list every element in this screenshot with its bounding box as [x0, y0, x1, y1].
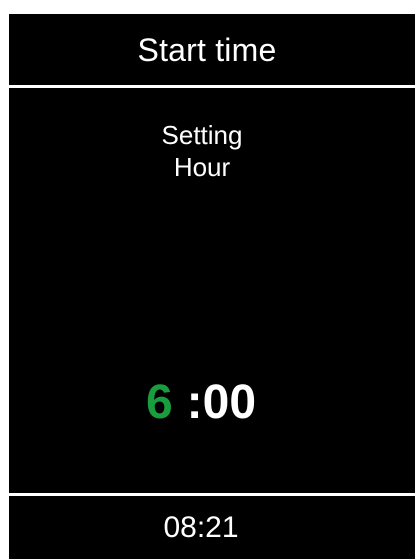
setting-field-label: Hour	[173, 151, 231, 182]
start-time-value: 6 :00	[9, 379, 415, 427]
hour-value[interactable]: 6	[146, 376, 173, 429]
header-divider	[9, 85, 415, 88]
screen-title: Start time	[137, 32, 277, 68]
display-screen: Start time Setting Hour 6 :00 08:21	[9, 14, 415, 559]
footer-clock: 08:21	[9, 496, 415, 559]
setting-mode-label: Setting	[161, 120, 243, 150]
current-time: 08:21	[163, 510, 239, 544]
minutes-value[interactable]: :00	[187, 376, 256, 429]
setting-label: Setting Hour	[9, 120, 415, 183]
header: Start time	[9, 14, 415, 86]
